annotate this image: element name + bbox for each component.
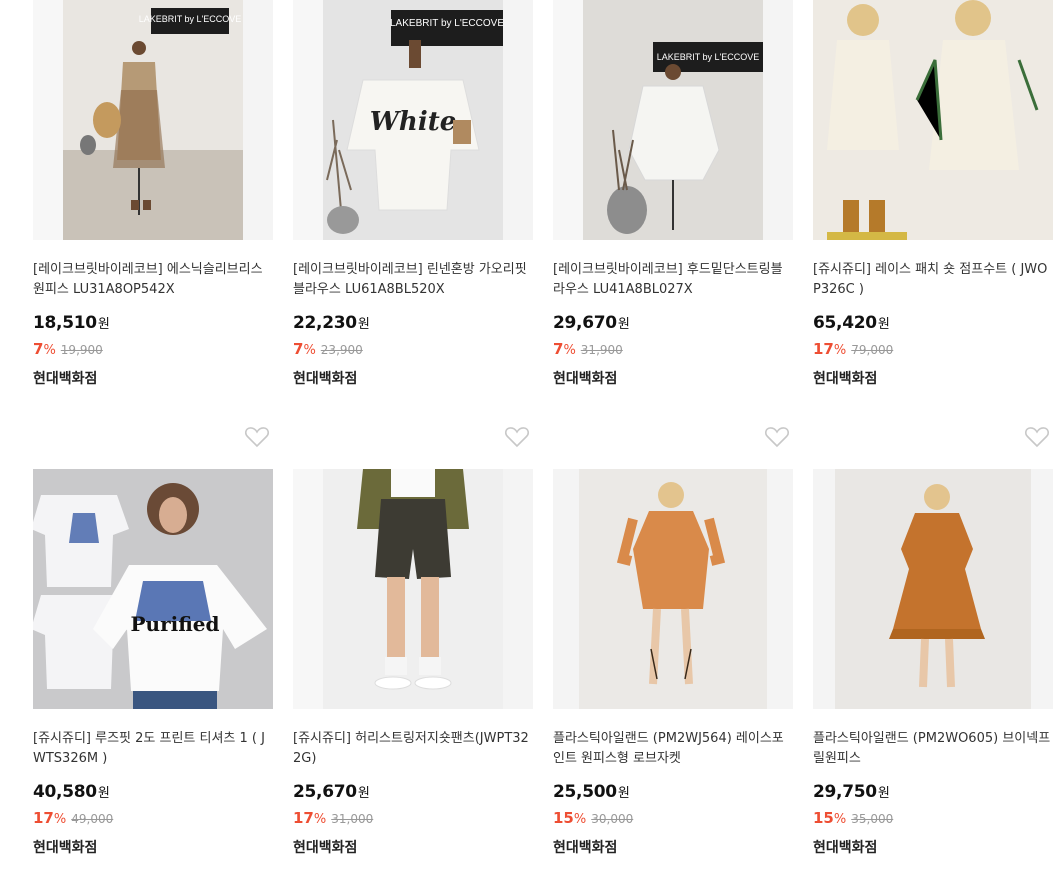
original-price: 31,000 bbox=[331, 812, 374, 826]
store-name: 현대백화점 bbox=[813, 371, 878, 387]
sale-price: 18,510원 bbox=[33, 313, 110, 333]
store-name: 현대백화점 bbox=[33, 840, 98, 856]
price-unit: 원 bbox=[97, 317, 110, 332]
wishlist-heart-icon[interactable] bbox=[244, 425, 270, 449]
discount-percent: % bbox=[563, 343, 576, 358]
discount-rate: 15 bbox=[813, 809, 834, 827]
store-sign: LAKEBRIT by L'ECCOVE bbox=[139, 14, 242, 24]
price-unit: 원 bbox=[877, 317, 890, 332]
original-price: 79,000 bbox=[851, 343, 894, 357]
price-value: 29,670 bbox=[553, 313, 617, 333]
original-price: 49,000 bbox=[71, 812, 114, 826]
wishlist-heart-icon[interactable] bbox=[504, 425, 530, 449]
product-title[interactable]: [레이크브릿바이레코브] 에스닉슬리브리스원피스 LU31A8OP542X bbox=[33, 260, 273, 300]
product-image[interactable] bbox=[293, 469, 533, 709]
discount-percent: % bbox=[53, 812, 67, 827]
price-unit: 원 bbox=[97, 786, 110, 801]
discount-row: 7% 23,900 bbox=[293, 340, 363, 358]
product-title[interactable]: [쥬시쥬디] 레이스 패치 숏 점프수트 ( JWOP326C ) bbox=[813, 260, 1053, 300]
shirt-print: White bbox=[370, 107, 457, 137]
sale-price: 25,500원 bbox=[553, 782, 630, 802]
sale-price: 40,580원 bbox=[33, 782, 110, 802]
store-name: 현대백화점 bbox=[33, 371, 98, 387]
sale-price: 65,420원 bbox=[813, 313, 890, 333]
price-unit: 원 bbox=[357, 317, 370, 332]
product-title[interactable]: 플라스틱아일랜드 (PM2WJ564) 레이스포인트 원피스형 로브자켓 bbox=[553, 729, 793, 769]
mannequin-ethnic-dress-photo: LAKEBRIT by L'ECCOVE bbox=[33, 0, 243, 240]
mannequin-hood-blouse-photo: LAKEBRIT by L'ECCOVE bbox=[553, 0, 763, 240]
discount-percent: % bbox=[43, 343, 56, 358]
discount-rate: 7 bbox=[553, 340, 564, 358]
product-image[interactable]: LAKEBRIT by L'ECCOVE White bbox=[293, 0, 533, 240]
discount-rate: 7 bbox=[33, 340, 44, 358]
price-value: 25,670 bbox=[293, 782, 357, 802]
discount-percent: % bbox=[833, 343, 847, 358]
model-purified-tshirt-photo: Purified bbox=[33, 469, 273, 709]
mannequin-white-blouse-photo: LAKEBRIT by L'ECCOVE White bbox=[293, 0, 504, 240]
price-unit: 원 bbox=[877, 786, 890, 801]
original-price: 23,900 bbox=[320, 343, 363, 357]
discount-row: 7% 19,900 bbox=[33, 340, 103, 358]
store-name: 현대백화점 bbox=[813, 840, 878, 856]
discount-rate: 7 bbox=[293, 340, 304, 358]
store-sign: LAKEBRIT by L'ECCOVE bbox=[657, 52, 760, 62]
price-value: 25,500 bbox=[553, 782, 617, 802]
store-name: 현대백화점 bbox=[553, 371, 618, 387]
wishlist-heart-icon[interactable] bbox=[1024, 425, 1050, 449]
wishlist-heart-icon[interactable] bbox=[764, 425, 790, 449]
product-title[interactable]: 플라스틱아일랜드 (PM2WO605) 브이넥프릴원피스 bbox=[813, 729, 1053, 769]
original-price: 19,900 bbox=[60, 343, 103, 357]
discount-row: 15% 30,000 bbox=[553, 809, 633, 827]
discount-percent: % bbox=[313, 812, 327, 827]
product-title[interactable]: [쥬시쥬디] 허리스트링저지숏팬츠(JWPT322G) bbox=[293, 729, 533, 769]
price-unit: 원 bbox=[617, 317, 630, 332]
discount-row: 17% 31,000 bbox=[293, 809, 373, 827]
discount-row: 15% 35,000 bbox=[813, 809, 893, 827]
product-title[interactable]: [레이크브릿바이레코브] 린넨혼방 가오리핏 블라우스 LU61A8BL520X bbox=[293, 260, 533, 300]
discount-percent: % bbox=[303, 343, 316, 358]
price-value: 40,580 bbox=[33, 782, 97, 802]
store-sign: LAKEBRIT by L'ECCOVE bbox=[390, 18, 504, 29]
product-title[interactable]: [쥬시쥬디] 루즈핏 2도 프린트 티셔츠 1 ( JWTS326M ) bbox=[33, 729, 273, 769]
original-price: 31,900 bbox=[580, 343, 623, 357]
discount-rate: 17 bbox=[813, 340, 834, 358]
model-cream-jumpsuit-photo bbox=[813, 0, 1053, 240]
product-image[interactable]: LAKEBRIT by L'ECCOVE bbox=[553, 0, 793, 240]
discount-row: 17% 79,000 bbox=[813, 340, 893, 358]
discount-rate: 17 bbox=[293, 809, 314, 827]
price-unit: 원 bbox=[357, 786, 370, 801]
model-orange-robe-photo bbox=[553, 469, 793, 709]
price-value: 22,230 bbox=[293, 313, 357, 333]
original-price: 35,000 bbox=[851, 812, 894, 826]
discount-percent: % bbox=[833, 812, 847, 827]
original-price: 30,000 bbox=[591, 812, 634, 826]
model-black-shorts-photo bbox=[293, 469, 503, 709]
store-name: 현대백화점 bbox=[293, 371, 358, 387]
price-unit: 원 bbox=[617, 786, 630, 801]
discount-row: 7% 31,900 bbox=[553, 340, 623, 358]
store-name: 현대백화점 bbox=[553, 840, 618, 856]
sale-price: 25,670원 bbox=[293, 782, 370, 802]
price-value: 18,510 bbox=[33, 313, 97, 333]
product-title[interactable]: [레이크브릿바이레코브] 후드밑단스트링블라우스 LU41A8BL027X bbox=[553, 260, 793, 300]
product-image[interactable]: Purified bbox=[33, 469, 273, 709]
product-image[interactable] bbox=[813, 469, 1053, 709]
discount-rate: 17 bbox=[33, 809, 54, 827]
product-image[interactable]: LAKEBRIT by L'ECCOVE bbox=[33, 0, 273, 240]
product-image[interactable] bbox=[813, 0, 1053, 240]
sale-price: 22,230원 bbox=[293, 313, 370, 333]
discount-row: 17% 49,000 bbox=[33, 809, 113, 827]
price-value: 65,420 bbox=[813, 313, 877, 333]
discount-percent: % bbox=[573, 812, 587, 827]
product-image[interactable] bbox=[553, 469, 793, 709]
model-brown-dress-photo bbox=[813, 469, 1053, 709]
sale-price: 29,750원 bbox=[813, 782, 890, 802]
discount-rate: 15 bbox=[553, 809, 574, 827]
price-value: 29,750 bbox=[813, 782, 877, 802]
shirt-print: Purified bbox=[131, 612, 220, 636]
store-name: 현대백화점 bbox=[293, 840, 358, 856]
sale-price: 29,670원 bbox=[553, 313, 630, 333]
